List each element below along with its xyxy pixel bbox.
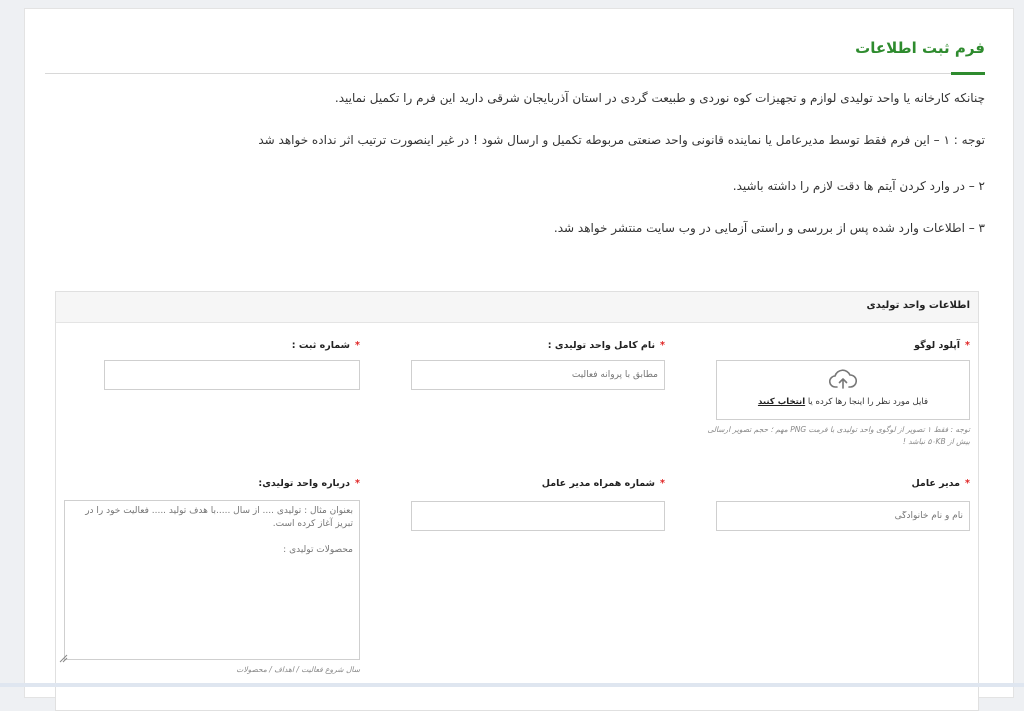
note-2: ۲ – در وارد کردن آیتم ها دقت لازم را داش…: [732, 179, 985, 193]
logo-label: *آپلود لوگو: [914, 340, 970, 351]
note-1: توجه : ۱ – این فرم فقط توسط مدیرعامل یا …: [258, 133, 985, 147]
reg-number-input[interactable]: [104, 360, 360, 390]
ceo-name-input[interactable]: [716, 501, 970, 531]
required-mark: *: [965, 478, 970, 489]
ceo-phone-input[interactable]: [411, 501, 665, 531]
unit-name-label: *نام کامل واحد تولیدی :: [547, 340, 665, 351]
logo-note: توجه : فقط ۱ تصویر از لوگوی واحد تولیدی …: [707, 425, 970, 446]
page-title: فرم ثبت اطلاعات: [855, 39, 985, 57]
bottom-edge: [0, 683, 1024, 687]
panel-header: اطلاعات واحد تولیدی: [56, 292, 978, 323]
dropzone-text: فایل مورد نظر را اینجا رها کرده یا انتخا…: [757, 397, 929, 407]
logo-dropzone[interactable]: فایل مورد نظر را اینجا رها کرده یا انتخا…: [716, 360, 970, 420]
required-mark: *: [965, 340, 970, 351]
ceo-phone-label: *شماره همراه مدیر عامل: [541, 478, 665, 489]
about-note: سال شروع فعالیت / اهداف / محصولات: [236, 665, 360, 674]
choose-file-link[interactable]: انتخاب کنید: [758, 397, 805, 407]
panel-title: اطلاعات واحد تولیدی: [866, 300, 970, 311]
unit-name-input[interactable]: [411, 360, 665, 390]
production-unit-panel: اطلاعات واحد تولیدی *آپلود لوگو *نام کام…: [55, 291, 979, 711]
page-header: فرم ثبت اطلاعات: [45, 33, 985, 75]
reg-number-label: *شماره ثبت :: [291, 340, 360, 351]
about-textarea[interactable]: [64, 500, 360, 660]
intro-text: چنانکه کارخانه یا واحد تولیدی لوازم و تج…: [334, 91, 985, 105]
required-mark: *: [355, 340, 360, 351]
about-label: *درباره واحد تولیدی:: [258, 478, 360, 489]
required-mark: *: [660, 478, 665, 489]
cloud-upload-icon: [828, 369, 858, 395]
required-mark: *: [660, 340, 665, 351]
title-accent-bar: [951, 72, 985, 75]
required-mark: *: [355, 478, 360, 489]
ceo-label: *مدیر عامل: [911, 478, 970, 489]
note-3: ۳ – اطلاعات وارد شده پس از بررسی و راستی…: [553, 221, 985, 235]
resize-handle-icon[interactable]: [59, 648, 68, 667]
form-page: فرم ثبت اطلاعات چنانکه کارخانه یا واحد ت…: [24, 8, 1014, 711]
